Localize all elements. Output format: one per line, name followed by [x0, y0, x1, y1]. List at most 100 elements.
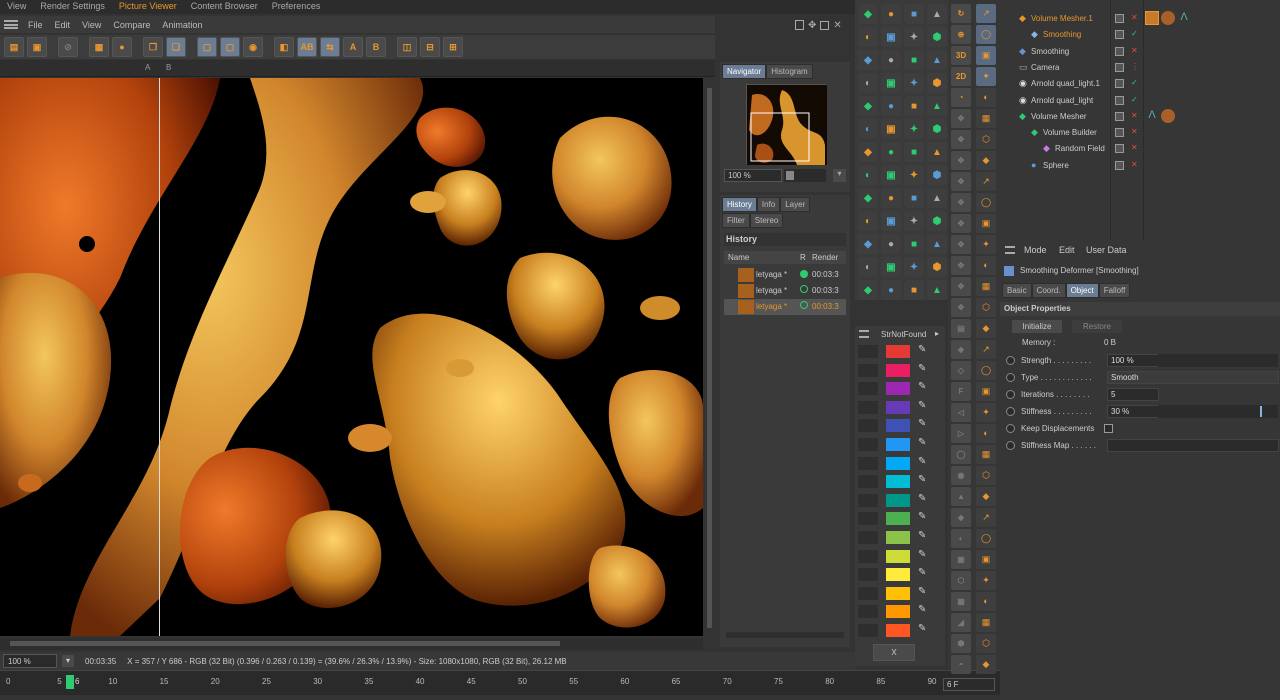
strip-tool-icon[interactable]: ⬡ — [976, 466, 996, 485]
tool-icon[interactable]: ◐ — [858, 211, 878, 231]
strip-tool-icon[interactable]: ◈ — [951, 340, 971, 359]
eyedropper-icon[interactable]: ✎ — [918, 363, 926, 374]
stop-render-icon[interactable]: ⊘ — [58, 37, 78, 57]
zoom-dropdown-icon[interactable]: ▾ — [62, 655, 74, 667]
eyedropper-icon[interactable]: ✎ — [918, 511, 926, 522]
palette-menu-icon[interactable] — [859, 330, 869, 338]
frame-field[interactable]: 6 F — [943, 678, 995, 691]
eyedropper-icon[interactable]: ✎ — [918, 381, 926, 392]
strip-tool-icon[interactable]: ✦ — [976, 571, 996, 590]
visibility-toggle[interactable] — [1115, 46, 1124, 56]
close-icon[interactable]: ✕ — [833, 20, 841, 31]
eyedropper-icon[interactable]: ✎ — [918, 549, 926, 560]
tool-icon[interactable]: ✦ — [904, 211, 924, 231]
strip-tool-icon[interactable]: ✥ — [951, 214, 971, 233]
visibility-toggle[interactable] — [1115, 62, 1124, 72]
timeline[interactable]: 0 5 10 15 20 25 30 35 40 45 50 55 60 65 70 75 80 85 90 6 6… — [0, 670, 1000, 700]
compare-ab-icon[interactable]: AB — [297, 37, 317, 57]
compare-divider[interactable] — [159, 78, 160, 636]
color-swatch[interactable] — [886, 363, 910, 377]
palette-blank-swatch[interactable] — [858, 419, 878, 433]
tab-basic[interactable]: Basic — [1002, 283, 1032, 298]
strip-tool-icon[interactable]: ◉ — [951, 466, 971, 485]
object-row[interactable]: ◆ Volume Mesher ✕ — [1003, 109, 1280, 125]
object-name[interactable]: Smoothing — [1043, 30, 1081, 39]
color-swatch[interactable] — [886, 345, 910, 358]
strip-tool-icon[interactable]: 3D — [951, 46, 971, 65]
tool-icon[interactable]: ⬢ — [927, 119, 947, 139]
color-swatch[interactable] — [886, 475, 910, 489]
disabled-x-icon[interactable]: ✕ — [1131, 13, 1138, 22]
strip-tool-icon[interactable]: ⬡ — [951, 571, 971, 590]
visibility-toggle[interactable] — [1115, 128, 1124, 138]
iterations-anim-icon[interactable] — [1006, 390, 1015, 399]
palette-expand-icon[interactable]: ▸ — [935, 329, 939, 338]
enabled-check-icon[interactable]: ✓ — [1131, 78, 1138, 87]
object-row[interactable]: ◆ Volume Mesher.1 ✕ — [1003, 11, 1280, 27]
color-swatch[interactable] — [886, 605, 910, 619]
strip-tool-icon[interactable]: ◆ — [976, 151, 996, 170]
navigator-dropdown-icon[interactable]: ▾ — [833, 169, 846, 182]
palette-blank-swatch[interactable] — [858, 475, 878, 489]
strip-tool-icon[interactable]: ✥ — [951, 256, 971, 275]
object-row[interactable]: ◆ Volume Builder ✕ — [1003, 125, 1280, 141]
strip-tool-icon[interactable]: ▷ — [951, 424, 971, 443]
eyedropper-icon[interactable]: ✎ — [918, 530, 926, 541]
navigator-zoom-slider[interactable] — [784, 169, 826, 182]
tool-icon[interactable]: ◆ — [858, 188, 878, 208]
tool-icon[interactable]: ■ — [904, 188, 924, 208]
tool-icon[interactable]: ✦ — [904, 73, 924, 93]
stiffness-map-anim-icon[interactable] — [1006, 441, 1015, 450]
strip-tool-icon[interactable]: ▦ — [976, 613, 996, 632]
strip-tool-icon[interactable]: ▣ — [976, 46, 996, 65]
tool-icon[interactable]: ⬢ — [927, 165, 947, 185]
palette-blank-swatch[interactable] — [858, 493, 878, 507]
strip-tool-icon[interactable]: ⬢ — [951, 634, 971, 653]
color-swatch[interactable] — [886, 400, 910, 414]
set-a-icon[interactable]: A — [343, 37, 363, 57]
material-tag-icon[interactable] — [1145, 11, 1159, 25]
tool-icon[interactable]: ⬢ — [927, 27, 947, 47]
object-name[interactable]: Arnold quad_light.1 — [1031, 79, 1100, 88]
stiffness-map-field[interactable] — [1107, 439, 1279, 452]
strip-tool-icon[interactable]: ◐ — [976, 256, 996, 275]
visibility-toggle[interactable] — [1115, 79, 1124, 89]
object-row[interactable]: ◆ Smoothing ✕ — [1003, 44, 1280, 60]
eyedropper-icon[interactable]: ✎ — [918, 586, 926, 597]
palette-blank-swatch[interactable] — [858, 568, 878, 582]
object-row[interactable]: ▭ Camera ⋮ — [1003, 60, 1280, 76]
tool-icon[interactable]: ◆ — [858, 142, 878, 162]
disabled-x-icon[interactable]: ✕ — [1131, 160, 1138, 169]
strip-tool-icon[interactable]: ◯ — [976, 193, 996, 212]
initialize-button[interactable]: Initialize — [1012, 320, 1062, 333]
enabled-check-icon[interactable]: ✓ — [1131, 95, 1138, 104]
menu-content-browser[interactable]: Content Browser — [184, 0, 265, 14]
eyedropper-icon[interactable]: ✎ — [918, 400, 926, 411]
strip-tool-icon[interactable]: ◁ — [951, 403, 971, 422]
strip-tool-icon[interactable]: ▣ — [976, 382, 996, 401]
tool-icon[interactable]: ◆ — [858, 96, 878, 116]
tool-icon[interactable]: ▣ — [881, 73, 901, 93]
open-icon[interactable]: ▤ — [4, 37, 24, 57]
strength-anim-icon[interactable] — [1006, 356, 1015, 365]
menu-preferences[interactable]: Preferences — [265, 0, 328, 14]
strip-tool-icon[interactable]: ▲ — [951, 487, 971, 506]
strip-tool-icon[interactable]: ◐ — [951, 529, 971, 548]
disabled-x-icon[interactable]: ✕ — [1131, 111, 1138, 120]
tool-icon[interactable]: ◆ — [858, 234, 878, 254]
strip-tool-icon[interactable]: ✦ — [976, 67, 996, 86]
color-swatch[interactable] — [886, 531, 910, 544]
strip-tool-icon[interactable]: ⬡ — [976, 634, 996, 653]
strip-tool-icon[interactable]: ▣ — [951, 550, 971, 569]
palette-blank-swatch[interactable] — [858, 400, 878, 414]
object-row[interactable]: ◆ Random Field ✕ — [1003, 141, 1280, 157]
grid-icon[interactable]: ⊞ — [443, 37, 463, 57]
palette-blank-swatch[interactable] — [858, 531, 878, 544]
strip-tool-icon[interactable]: ▦ — [976, 109, 996, 128]
stiffness-anim-icon[interactable] — [1006, 407, 1015, 416]
strip-tool-icon[interactable]: ▦ — [976, 445, 996, 464]
strip-tool-icon[interactable]: ✥ — [951, 109, 971, 128]
palette-blank-swatch[interactable] — [858, 512, 878, 526]
disabled-x-icon[interactable]: ✕ — [1131, 143, 1138, 152]
tool-icon[interactable]: ▲ — [927, 188, 947, 208]
